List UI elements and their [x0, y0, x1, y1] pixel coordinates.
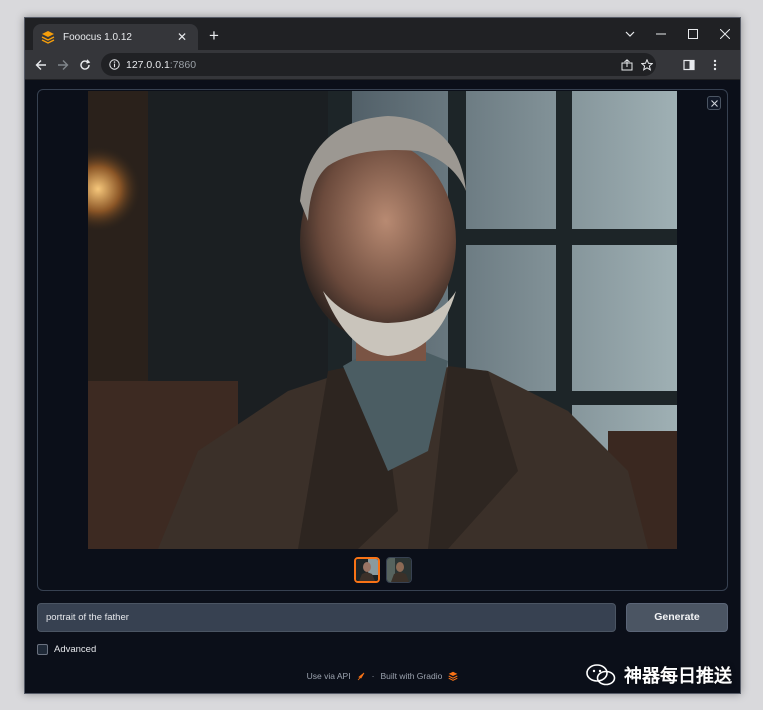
url-host: 127.0.0.1 [126, 58, 170, 71]
tab-strip: Fooocus 1.0.12 ✕ + [25, 18, 740, 50]
minimize-icon[interactable] [645, 18, 677, 50]
footer-separator: · [371, 671, 375, 681]
gradio-logo-icon [448, 671, 458, 681]
address-bar[interactable]: 127.0.0.1 :7860 [101, 53, 656, 76]
maximize-icon[interactable] [677, 18, 709, 50]
forward-arrow-icon[interactable] [53, 55, 73, 75]
wechat-logo-icon [586, 664, 616, 686]
app-content: Generate Advanced Use via API · Built wi… [25, 81, 740, 693]
browser-toolbar: 127.0.0.1 :7860 [25, 50, 740, 80]
use-via-api-link[interactable]: Use via API [307, 671, 351, 681]
prompt-input[interactable] [37, 603, 616, 632]
fooocus-favicon-icon [41, 31, 55, 44]
watermark-text: 神器每日推送 [624, 666, 732, 686]
browser-tab[interactable]: Fooocus 1.0.12 ✕ [33, 24, 198, 50]
tab-search-chevron-icon[interactable] [614, 18, 646, 50]
site-info-icon[interactable] [109, 59, 120, 70]
window-close-icon[interactable] [709, 18, 740, 50]
more-menu-icon[interactable] [705, 55, 725, 75]
new-tab-button[interactable]: + [204, 26, 224, 46]
back-arrow-icon[interactable] [31, 55, 51, 75]
url-port: :7860 [169, 58, 197, 71]
advanced-checkbox[interactable]: Advanced [37, 644, 96, 655]
generate-button[interactable]: Generate [626, 603, 728, 632]
share-icon[interactable] [621, 53, 633, 76]
gallery-close-icon[interactable] [707, 96, 721, 110]
gallery-thumbnail[interactable] [386, 557, 412, 583]
reload-icon[interactable] [75, 55, 95, 75]
gallery-thumbnail-selected[interactable] [354, 557, 380, 583]
built-with-gradio-link[interactable]: Built with Gradio [380, 671, 442, 681]
tab-title: Fooocus 1.0.12 [63, 31, 132, 43]
image-gallery [37, 89, 728, 591]
tab-close-icon[interactable]: ✕ [174, 30, 190, 44]
browser-window: Fooocus 1.0.12 ✕ + 127.0.0.1:7860 portr… [24, 17, 741, 694]
watermark: 神器每日推送 [586, 662, 732, 688]
side-panel-icon[interactable] [679, 55, 699, 75]
bookmark-star-icon[interactable] [641, 53, 653, 76]
checkbox-box[interactable] [37, 644, 48, 655]
rocket-icon [357, 672, 364, 680]
advanced-label: Advanced [54, 644, 97, 655]
gallery-thumbnails [354, 557, 412, 583]
generated-image-preview[interactable] [88, 91, 677, 549]
